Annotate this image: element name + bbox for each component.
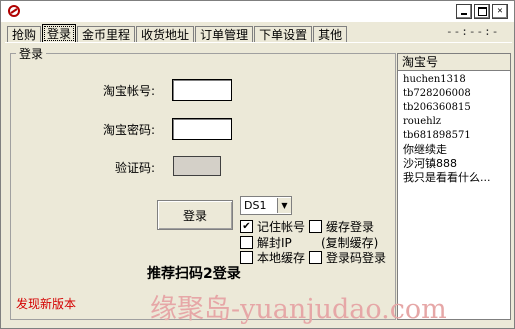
checkbox-checked-icon: ✔: [240, 220, 253, 233]
checkbox-icon: [309, 220, 322, 233]
remember-account-checkbox[interactable]: ✔ 记住帐号: [240, 218, 305, 235]
password-input[interactable]: [172, 118, 232, 140]
checkbox-icon: [240, 251, 253, 264]
captcha-label: 验证码:: [115, 161, 156, 175]
local-cache-checkbox[interactable]: 本地缓存: [240, 249, 305, 266]
local-cache-label: 本地缓存: [257, 251, 306, 265]
tab-bar: 抢购 登录 金币里程 收货地址 订单管理 下单设置 其他: [7, 24, 348, 43]
account-list: 淘宝号 huchen1318 tb728206008 tb206360815 r…: [397, 53, 511, 320]
minimize-button[interactable]: [456, 4, 472, 19]
save-cache-label: 缓存登录: [326, 220, 375, 234]
server-select[interactable]: DS1 ▼: [240, 196, 292, 215]
remember-account-label: 记住帐号: [257, 220, 306, 234]
tab-coins[interactable]: 金币里程: [77, 26, 136, 43]
list-item[interactable]: tb681898571: [403, 129, 509, 143]
title-bar: ✕: [1, 1, 514, 22]
maximize-button[interactable]: [474, 4, 490, 19]
login-button[interactable]: 登录: [157, 200, 233, 230]
new-version-link[interactable]: 发现新版本: [16, 295, 76, 312]
list-item[interactable]: 我只是看看什么...: [403, 171, 509, 185]
server-select-value: DS1: [244, 199, 267, 212]
tab-orders[interactable]: 订单管理: [195, 26, 254, 43]
login-group-title: 登录: [16, 45, 47, 62]
tab-address[interactable]: 收货地址: [136, 26, 195, 43]
password-label: 淘宝密码:: [103, 123, 156, 137]
list-item[interactable]: 你继续走: [403, 143, 509, 157]
tab-snapup[interactable]: 抢购: [7, 26, 42, 43]
captcha-image[interactable]: [173, 156, 221, 176]
tab-other[interactable]: 其他: [313, 26, 348, 43]
account-label: 淘宝帐号:: [103, 84, 156, 98]
promo-text: 推荐扫码2登录: [147, 266, 241, 282]
app-window: ✕ 抢购 登录 金币里程 收货地址 订单管理 下单设置 其他 --:--:--.…: [0, 0, 515, 329]
checkbox-icon: [240, 236, 253, 249]
save-cache-checkbox[interactable]: 缓存登录: [309, 218, 374, 235]
account-list-header: 淘宝号: [398, 54, 510, 71]
code-login-checkbox[interactable]: 登录码登录: [309, 249, 386, 266]
list-item[interactable]: tb206360815: [403, 101, 509, 115]
app-icon: [8, 5, 20, 17]
list-item[interactable]: rouehlz: [403, 115, 509, 129]
tab-order-settings[interactable]: 下单设置: [254, 26, 313, 43]
list-item[interactable]: huchen1318: [403, 73, 509, 87]
code-login-label: 登录码登录: [326, 251, 387, 265]
close-button[interactable]: ✕: [492, 4, 508, 19]
list-item[interactable]: 沙河镇888: [403, 157, 509, 171]
chevron-down-icon[interactable]: ▼: [277, 198, 291, 213]
checkbox-icon: [309, 251, 322, 264]
list-item[interactable]: tb728206008: [403, 87, 509, 101]
watermark: 缘聚岛-yuanjudao.com: [150, 294, 447, 325]
tab-login[interactable]: 登录: [42, 24, 77, 43]
account-input[interactable]: [172, 79, 232, 101]
